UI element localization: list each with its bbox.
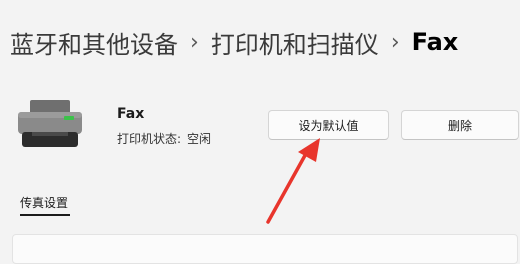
breadcrumb-bluetooth-devices[interactable]: 蓝牙和其他设备: [10, 25, 178, 60]
breadcrumb: 蓝牙和其他设备 › 打印机和扫描仪 › Fax: [10, 22, 458, 62]
annotation-arrow-icon: [266, 138, 320, 224]
printer-status: 打印机状态: 空闲: [117, 130, 211, 147]
printer-status-label: 打印机状态:: [117, 132, 182, 146]
delete-button[interactable]: 删除: [401, 110, 519, 140]
device-name: Fax: [117, 106, 145, 122]
printer-status-value: 空闲: [187, 132, 212, 146]
breadcrumb-separator-icon: ›: [190, 29, 199, 55]
breadcrumb-printers-scanners[interactable]: 打印机和扫描仪: [211, 25, 379, 60]
page-title: Fax: [411, 28, 459, 56]
printer-icon: [18, 100, 82, 147]
tab-fax-settings[interactable]: 传真设置: [20, 194, 68, 211]
tab-selected-indicator: [20, 214, 70, 216]
settings-card: [12, 234, 518, 264]
breadcrumb-separator-icon: ›: [390, 29, 400, 55]
